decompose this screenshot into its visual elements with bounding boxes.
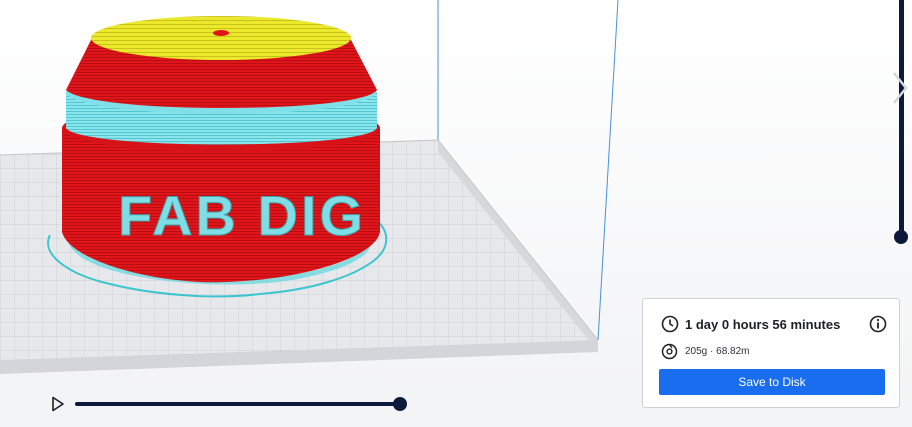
material-row: 205g · 68.82m	[661, 343, 887, 361]
save-to-disk-button[interactable]: Save to Disk	[659, 369, 885, 395]
spool-icon	[661, 343, 678, 360]
chevron-right-icon[interactable]	[890, 70, 910, 106]
print-time-row: 1 day 0 hours 56 minutes	[661, 315, 887, 335]
sliced-model: FAB DIG	[62, 16, 380, 283]
material-usage: 205g · 68.82m	[685, 346, 750, 357]
layer-slider-handle[interactable]	[894, 230, 908, 244]
model-embossed-text: FAB DIG	[118, 184, 366, 247]
print-time: 1 day 0 hours 56 minutes	[685, 317, 841, 332]
play-icon[interactable]	[50, 396, 66, 412]
layer-slider-track	[899, 0, 904, 238]
simulation-handle[interactable]	[393, 397, 407, 411]
info-icon[interactable]	[869, 315, 887, 333]
print-info-panel: 1 day 0 hours 56 minutes 205g · 68.82m S…	[642, 298, 900, 408]
simulation-track	[75, 402, 400, 406]
clock-icon	[661, 315, 679, 333]
